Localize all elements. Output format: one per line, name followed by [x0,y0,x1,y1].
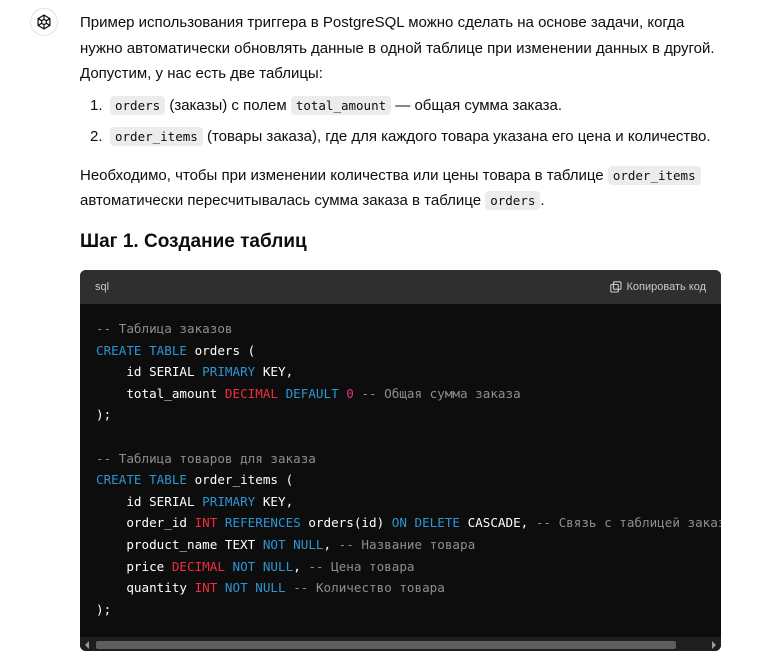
code-line: ); [96,407,112,423]
list-number: 1. [90,96,103,114]
code-line: order_id INT REFERENCES orders(id) ON DE… [96,515,721,531]
inline-code: order_items [110,127,203,146]
requirement-paragraph: Необходимо, чтобы при изменении количест… [80,163,730,214]
list-item: 1. orders (заказы) с полем total_amount … [80,93,730,119]
list-text: (товары заказа), где для каждого товара … [202,128,711,145]
code-line: CREATE TABLE orders ( [96,342,256,358]
code-line: ); [96,601,112,617]
code-line: product_name TEXT NOT NULL, -- Название … [96,536,476,552]
code-line: -- Таблица товаров для заказа [96,450,316,466]
horizontal-scrollbar[interactable] [80,637,721,651]
code-line: CREATE TABLE order_items ( [96,472,294,488]
copy-code-button[interactable]: Копировать код [610,281,706,293]
inline-code: total_amount [290,95,392,115]
openai-logo-icon [37,14,51,30]
copy-code-label: Копировать код [626,281,706,293]
list-text: (заказы) с полем [165,96,291,114]
assistant-avatar [30,8,58,36]
inline-code: orders [110,95,166,115]
list-item: 2. order_items (товары заказа), где для … [80,124,730,150]
code-block: sql Копировать код -- Таблица заказов CR… [80,270,721,651]
tables-list: 1. orders (заказы) с полем total_amount … [80,93,730,150]
code-line: total_amount DECIMAL DEFAULT 0 -- Общая … [96,385,521,401]
code-line: id SERIAL PRIMARY KEY, [96,364,294,380]
code-line: quantity INT NOT NULL -- Количество това… [96,580,445,596]
intro-paragraph: Пример использования триггера в PostgreS… [80,14,715,82]
inline-code: orders [485,191,541,210]
paragraph-text: автоматически пересчитывалась сумма зака… [80,192,486,209]
paragraph-text: Необходимо, чтобы при изменении количест… [80,166,608,184]
code-header: sql Копировать код [80,270,721,304]
code-language-label: sql [95,281,110,293]
step-heading: Шаг 1. Создание таблиц [80,230,307,252]
code-line: id SERIAL PRIMARY KEY, [96,493,294,509]
code-line: price DECIMAL NOT NULL, -- Цена товара [96,558,415,574]
paragraph-text: . [540,192,545,209]
code-line: -- Таблица заказов [96,321,233,336]
copy-icon [610,281,623,293]
assistant-message: Пример использования триггера в PostgreS… [80,10,730,256]
list-text: — общая сумма заказа. [391,96,563,114]
scrollbar-thumb[interactable] [96,641,676,649]
scroll-left-icon[interactable] [85,641,89,649]
inline-code: order_items [607,165,701,185]
list-number: 2. [90,128,103,145]
code-content[interactable]: -- Таблица заказов CREATE TABLE orders (… [80,304,721,638]
scroll-right-icon[interactable] [712,641,716,649]
